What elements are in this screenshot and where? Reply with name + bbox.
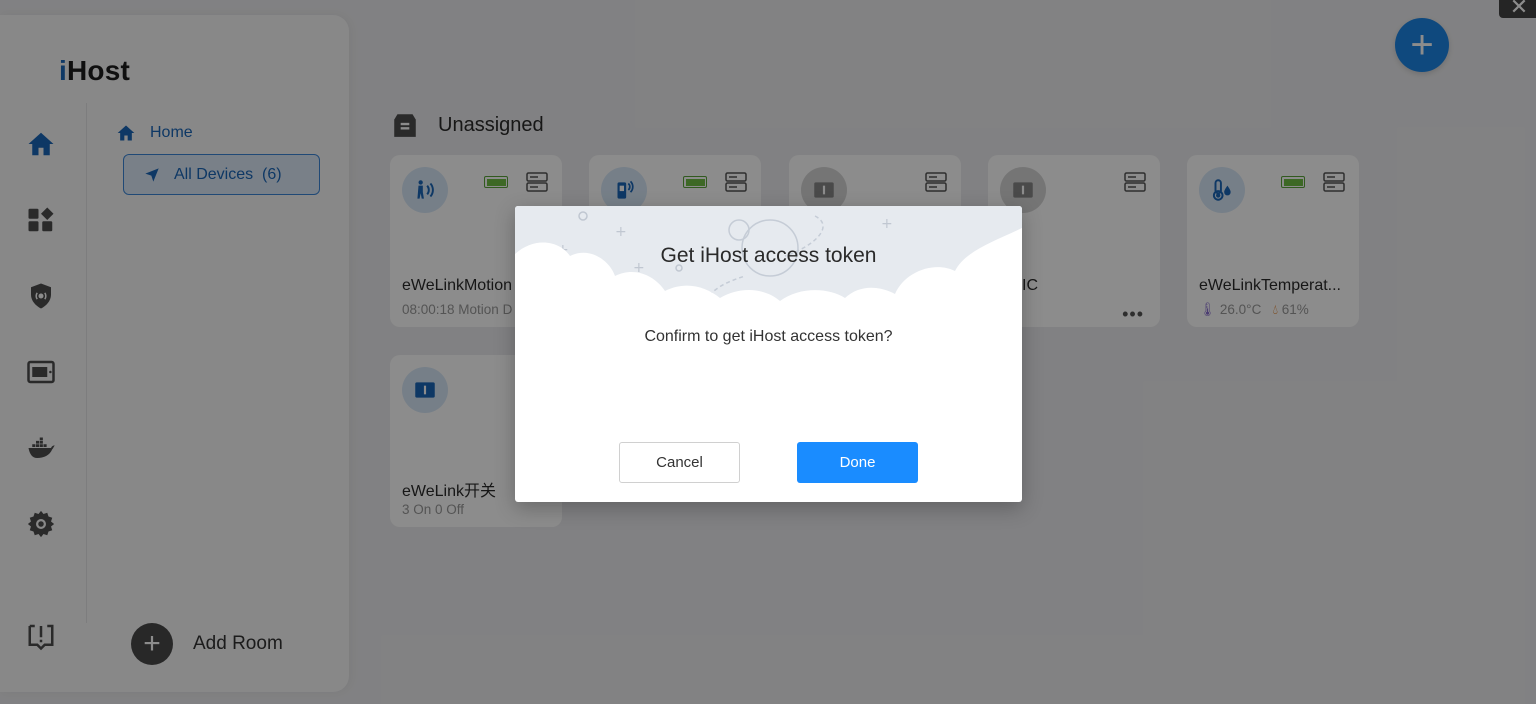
done-button[interactable]: Done bbox=[797, 442, 918, 483]
dialog-message: Confirm to get iHost access token? bbox=[644, 328, 893, 345]
svg-text:+: + bbox=[881, 216, 893, 232]
dialog-title: Get iHost access token bbox=[660, 244, 877, 267]
access-token-dialog: + + + + Get iHost access token Confirm t… bbox=[515, 206, 1022, 502]
dialog-header-illustration: + + + + Get iHost access token bbox=[515, 206, 1022, 306]
svg-text:+: + bbox=[615, 224, 627, 240]
cancel-button[interactable]: Cancel bbox=[619, 442, 740, 483]
